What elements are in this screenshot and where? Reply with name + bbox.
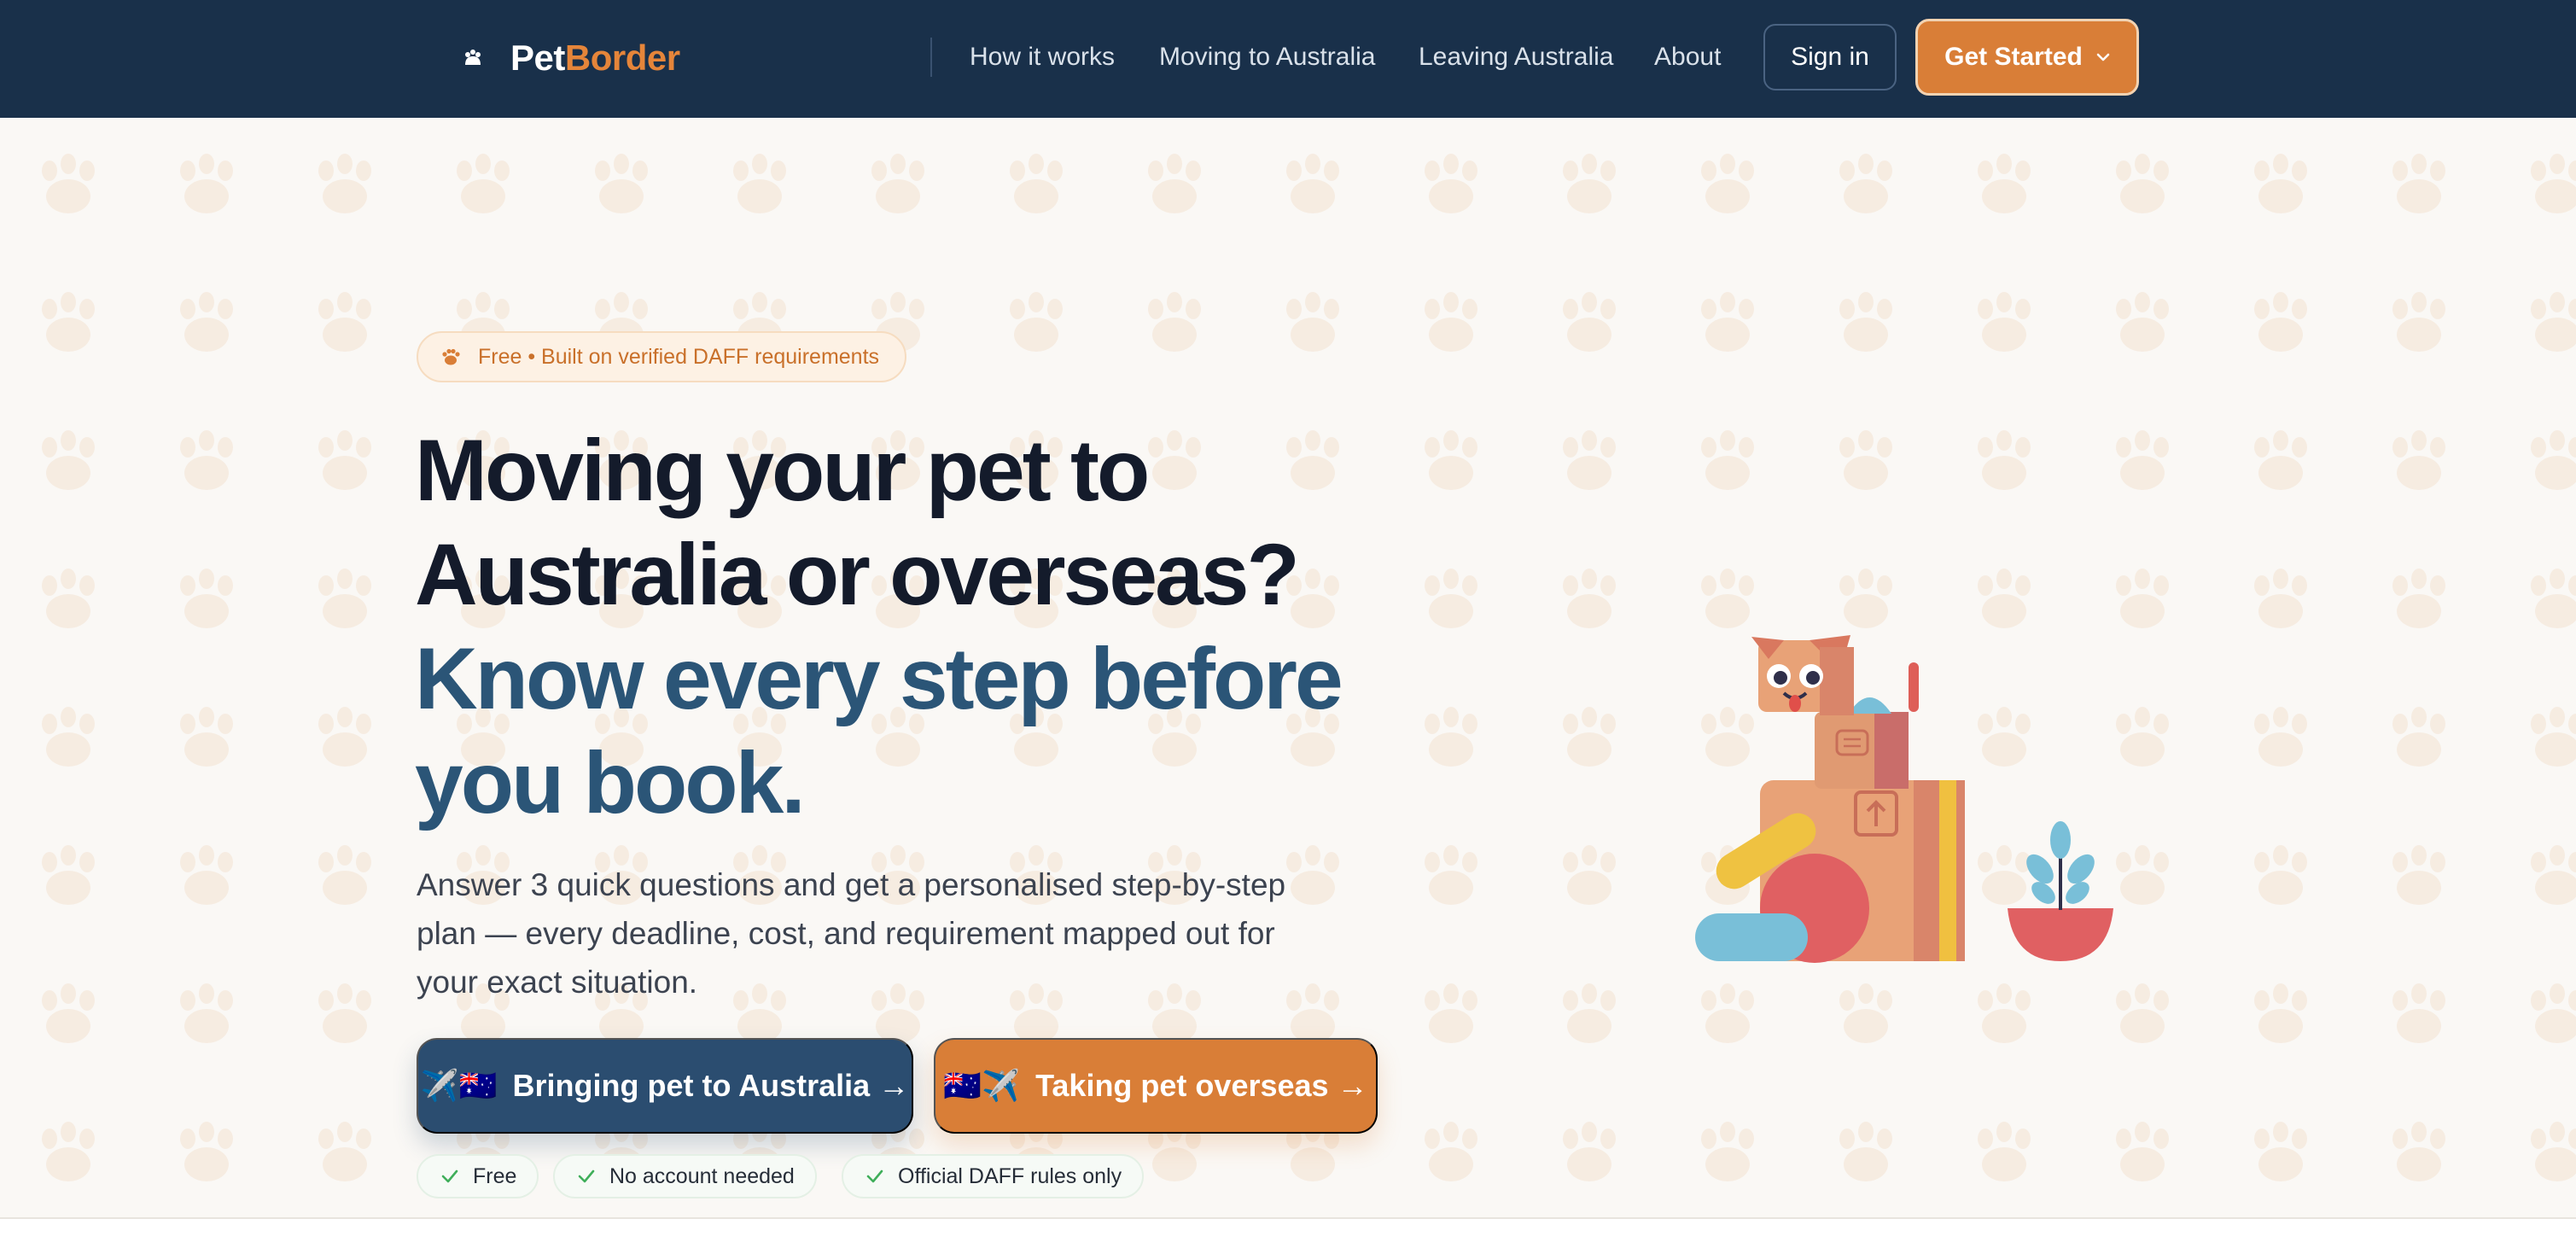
hero-subtext: Answer 3 quick questions and get a perso… bbox=[417, 867, 1286, 1000]
taking-pet-overseas-button[interactable]: 🇦🇺✈️ Taking pet overseas → bbox=[934, 1038, 1378, 1134]
check-icon bbox=[441, 1169, 458, 1183]
paw-icon bbox=[465, 50, 481, 65]
check-chip-label: Official DAFF rules only bbox=[898, 1163, 1122, 1188]
nav-link-about[interactable]: About bbox=[1654, 38, 1721, 77]
sign-in-button[interactable]: Sign in bbox=[1763, 24, 1897, 90]
get-started-button[interactable]: Get Started bbox=[1915, 19, 2139, 96]
get-started-label: Get Started bbox=[1944, 43, 2083, 71]
check-chip-label: No account needed bbox=[609, 1163, 795, 1188]
logo-text-part1: Pet bbox=[510, 38, 565, 78]
check-chip-free: Free bbox=[417, 1154, 539, 1198]
check-chip-official-daff: Official DAFF rules only bbox=[842, 1154, 1145, 1198]
plane-flag-icon: ✈️🇦🇺 bbox=[420, 1068, 498, 1103]
nav-link-moving-to-australia[interactable]: Moving to Australia bbox=[1159, 38, 1375, 77]
nav-link-leaving-australia[interactable]: Leaving Australia bbox=[1419, 38, 1614, 77]
hero-section: Free • Built on verified DAFF requiremen… bbox=[0, 118, 2576, 1219]
logo-text: PetBorder bbox=[510, 38, 680, 79]
check-chip-no-account: No account needed bbox=[553, 1154, 817, 1198]
headline-line-1: Moving your pet to bbox=[415, 422, 1150, 519]
page-bottom-edge bbox=[0, 1217, 2576, 1248]
check-chip-label: Free bbox=[473, 1163, 517, 1188]
nav-divider bbox=[930, 38, 932, 77]
bringing-pet-to-australia-button[interactable]: ✈️🇦🇺 Bringing pet to Australia → bbox=[417, 1038, 913, 1134]
paw-icon bbox=[442, 348, 460, 365]
chevron-down-icon bbox=[2096, 53, 2110, 61]
taking-pet-overseas-label: Taking pet overseas → bbox=[1035, 1068, 1368, 1103]
headline-line-4: you book. bbox=[415, 734, 806, 831]
verified-badge: Free • Built on verified DAFF requiremen… bbox=[417, 331, 906, 382]
logo[interactable]: PetBorder bbox=[461, 32, 680, 84]
bringing-pet-to-australia-label: Bringing pet to Australia → bbox=[512, 1068, 910, 1103]
top-nav: PetBorder How it works Moving to Austral… bbox=[0, 0, 2576, 118]
flag-plane-icon: 🇦🇺✈️ bbox=[943, 1068, 1021, 1103]
headline-line-3: Know every step before bbox=[415, 630, 1343, 727]
verified-badge-text: Free • Built on verified DAFF requiremen… bbox=[478, 344, 880, 369]
headline-line-2: Australia or overseas? bbox=[415, 526, 1300, 623]
check-icon bbox=[578, 1169, 595, 1183]
hero-headline: Moving your pet to Australia or overseas… bbox=[415, 418, 1439, 835]
pet-in-moving-boxes-illustration bbox=[1695, 635, 2113, 963]
logo-text-part2: Border bbox=[564, 38, 680, 78]
nav-link-how-it-works[interactable]: How it works bbox=[970, 38, 1115, 77]
check-icon bbox=[866, 1169, 883, 1183]
